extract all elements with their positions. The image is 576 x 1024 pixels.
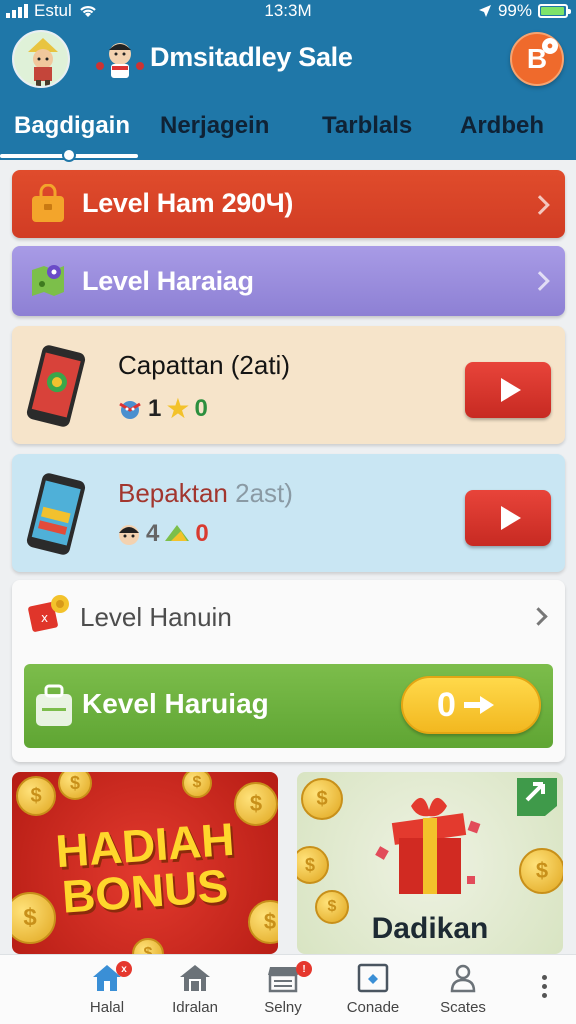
play-icon [500,506,521,530]
nav-selny[interactable]: ! Selny [238,961,328,1016]
coin-icon: $ [182,772,212,798]
card-stats: 4 0 [116,520,209,548]
nav-label: Halal [89,999,125,1016]
coin-icon: $ [297,846,329,884]
coin-claim-button[interactable]: 0 [401,676,541,734]
location-arrow-icon [478,5,491,17]
card-title-rest: 2ast) [235,478,293,508]
active-tab-dot [62,148,76,162]
nav-badge: ! [296,961,312,977]
game-card-1[interactable]: Capattan (2ati) 1 ★ 0 [12,326,565,444]
coin-icon: $ [132,938,164,954]
arrow-right-icon [463,696,494,714]
bird-icon [119,400,141,419]
chevron-right-icon [530,195,550,215]
level-row-label[interactable]: Level Hanuin [80,602,232,633]
battery-percent: 99% [497,1,532,20]
app-header: Dmsitadley Sale B ● Bagdigain Nerjagein … [0,22,576,162]
banner-label: Level Haraiag [82,266,254,296]
stat-score: 0 [194,394,208,422]
tab-bar: Bagdigain Nerjagein Tarblals Ardbeh [0,106,576,162]
chevron-right-icon [529,607,548,626]
chevron-right-icon [530,271,550,291]
user-avatar[interactable] [12,30,70,88]
play-icon [500,378,521,402]
banner-label: Level Ham 290Ч) [82,188,294,218]
promo-right-title: Dadikan [371,912,489,945]
tab-tarblals[interactable]: Tarblals [322,112,412,140]
coin-icon: $ [58,772,92,800]
nav-label: Idralan [172,999,218,1016]
nav-idralan[interactable]: Idralan [150,963,240,1016]
gift-box-icon [375,797,481,894]
stat-score: 0 [195,520,209,547]
card-title: Bepaktan 2ast) [118,478,293,509]
notification-dot-icon: ● [542,38,558,54]
tab-ardbeh[interactable]: Ardbeh [460,112,544,140]
svg-text:x: x [41,611,48,625]
green-bar-label: Kevel Haruiag [82,688,269,719]
tab-bagdigain[interactable]: Bagdigain [14,112,130,140]
nav-conade[interactable]: Conade [328,963,418,1016]
nav-halal[interactable]: x Halal [62,961,152,1016]
bottom-navigation: x Halal Idralan ! Selny Conade Scates [0,954,576,1024]
tag-icon: x [28,595,69,632]
level-banner-red[interactable]: Level Ham 290Ч) [12,170,565,238]
coin-icon: $ [519,848,563,894]
shopping-bag-icon [32,184,64,222]
stat-count: 4 [146,520,160,547]
face-icon [119,525,139,545]
card-icon [357,963,389,993]
nav-badge: x [116,961,132,977]
more-options-icon[interactable] [542,975,548,1002]
nav-scates[interactable]: Scates [418,963,508,1016]
nav-label: Scates [440,999,486,1016]
green-level-bar[interactable]: Kevel Haruiag 0 [24,664,553,748]
promo-dadikan[interactable]: $ $ $ $ Dadikan [297,772,563,954]
nav-label: Selny [264,999,302,1016]
profile-badge-button[interactable]: B ● [510,32,564,86]
battery-icon [538,4,571,18]
status-bar: Estul 13:3M 99% [0,0,576,22]
mascot-logo-icon [94,36,146,86]
coin-icon: $ [301,778,343,820]
level-banner-purple[interactable]: Level Haraiag [12,246,565,316]
game-card-2[interactable]: Bepaktan 2ast) 4 0 [12,454,565,572]
nav-label: Conade [346,999,400,1016]
map-pin-icon [32,265,64,296]
card-stats: 1 ★ 0 [116,392,208,425]
play-button[interactable] [465,362,551,418]
coin-icon: $ [16,776,56,816]
star-icon: ★ [165,393,191,424]
promo-hadiah-bonus[interactable]: $ $ $ $ $ $ $ HADIAH BONUS [12,772,278,954]
play-button[interactable] [465,490,551,546]
card-title-highlight: Bepaktan [118,478,228,508]
stat-count: 1 [148,394,162,422]
level-panel: x Level Hanuin Kevel Haruiag 0 [12,580,565,762]
person-icon [450,964,476,993]
badge-arrow-icon [517,778,557,816]
house-icon [180,965,210,991]
phone-icon [26,473,86,555]
app-title: Dmsitadley Sale [150,42,353,72]
card-title: Capattan (2ati) [118,350,290,380]
store-icon [268,967,298,993]
coin-value: 0 [437,685,456,724]
cheese-icon [165,525,190,541]
tab-nerjagein[interactable]: Nerjagein [160,112,269,140]
bag-icon [36,684,72,726]
phone-icon [26,345,86,427]
